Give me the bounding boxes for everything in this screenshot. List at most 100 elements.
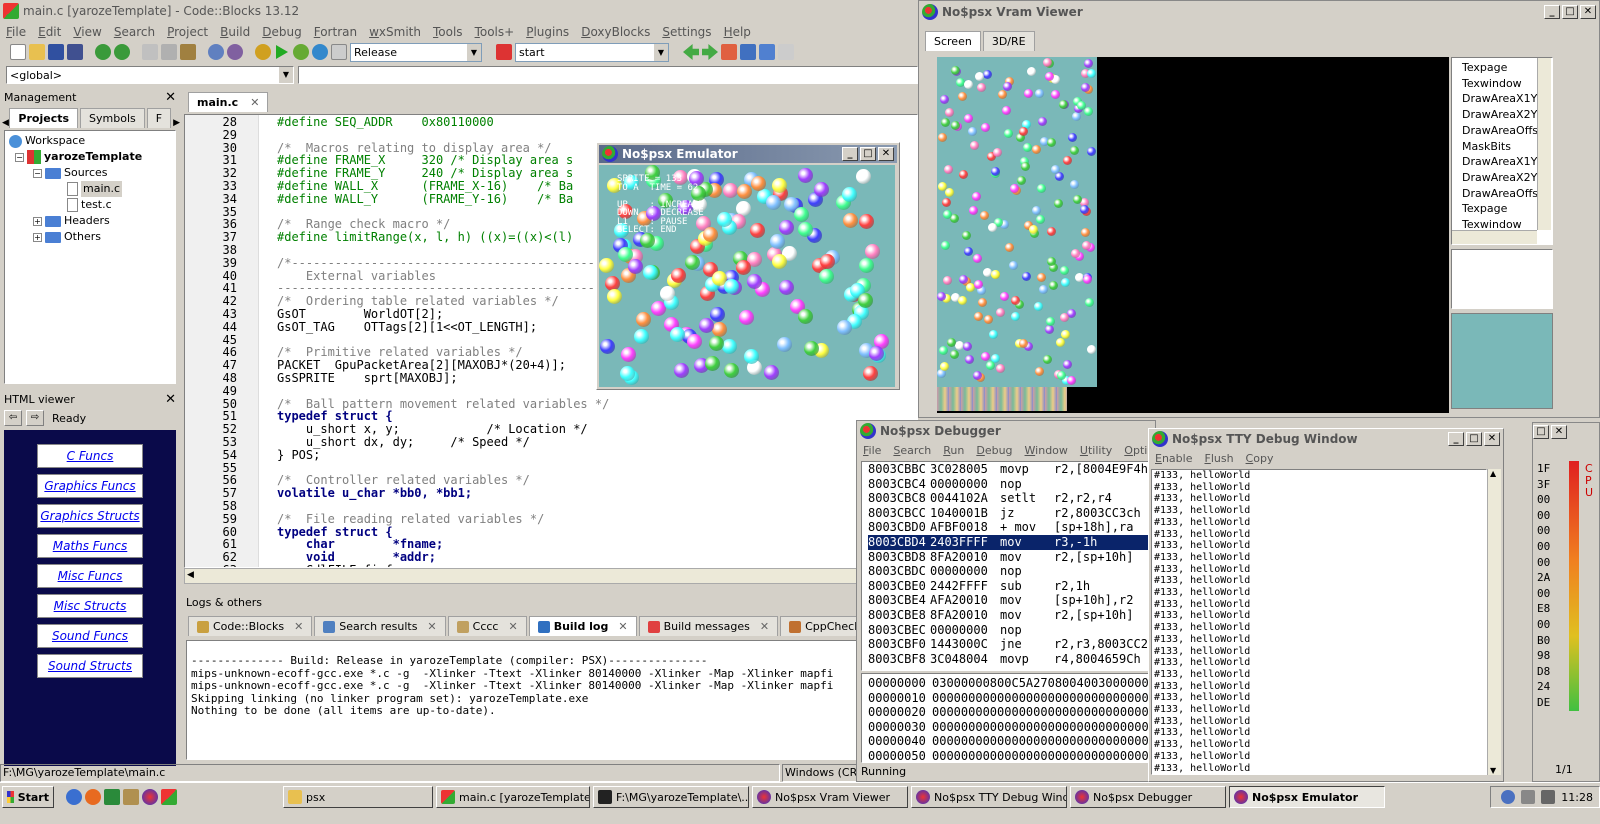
menu-item[interactable]: Debug (970, 444, 1018, 457)
tree-project[interactable]: − yarozeTemplate (9, 149, 171, 165)
tray-network-icon[interactable] (1521, 790, 1536, 804)
help-link[interactable]: C Funcs (37, 444, 143, 468)
dosbox-icon[interactable] (123, 789, 139, 805)
menu-item[interactable]: Flush (1198, 452, 1239, 465)
scope-select[interactable]: <global> ▼ (6, 66, 294, 84)
codeblocks-launcher-icon[interactable] (161, 789, 177, 805)
tab-symbols[interactable]: Symbols (80, 108, 145, 128)
help-link[interactable]: Misc Structs (37, 594, 143, 618)
run-icon[interactable] (276, 45, 288, 59)
close-button[interactable]: ✕ (1551, 425, 1567, 439)
disasm-row[interactable]: 8003CBE0 2442FFFF sub r2,1h (868, 579, 1156, 594)
maximize-button[interactable]: □ (1562, 5, 1578, 19)
menu-item[interactable]: Help (718, 25, 757, 39)
tree-file-test[interactable]: test.c (9, 197, 171, 213)
log-tab[interactable]: Build log ✕ (528, 616, 637, 636)
menu-item[interactable]: Window (1019, 444, 1074, 457)
tty-vscroll[interactable]: ▲ ▼ (1487, 469, 1501, 775)
redo-icon[interactable] (114, 44, 130, 60)
tab-screen[interactable]: Screen (925, 31, 981, 51)
menu-item[interactable]: Project (161, 25, 214, 39)
disasm-row[interactable]: 8003CBC4 00000000 nop (868, 477, 1156, 492)
tree-file-main[interactable]: main.c (9, 181, 171, 197)
close-button[interactable]: ✕ (1580, 5, 1596, 19)
menu-item[interactable]: Settings (656, 25, 717, 39)
taskbar-task[interactable]: No$psx Vram Viewer (752, 786, 908, 808)
tty-output[interactable]: #133, helloWorld #133, helloWorld #133, he… (1151, 469, 1487, 775)
menu-item[interactable]: Plugins (520, 25, 575, 39)
scroll-up-icon[interactable]: ▲ (1490, 469, 1496, 478)
copy-icon[interactable] (161, 44, 177, 60)
tree-workspace[interactable]: Workspace (9, 133, 171, 149)
menu-item[interactable]: Tools (427, 25, 469, 39)
abort-icon[interactable] (331, 44, 347, 60)
paste-icon[interactable] (180, 44, 196, 60)
chevron-down-icon[interactable]: ▼ (279, 67, 293, 83)
menu-item[interactable]: View (67, 25, 107, 39)
close-icon[interactable]: ✕ (618, 620, 627, 633)
build-run-icon[interactable] (293, 44, 309, 60)
taskbar-task[interactable]: No$psx Debugger (1070, 786, 1226, 808)
menu-item[interactable]: Build (214, 25, 256, 39)
collapse-icon[interactable]: − (33, 168, 42, 178)
tab-3d-re[interactable]: 3D/RE (982, 31, 1035, 51)
doxy-icon[interactable] (740, 44, 756, 60)
font-icon[interactable] (759, 44, 775, 60)
open-folder-icon[interactable] (29, 44, 45, 60)
close-button[interactable]: ✕ (878, 147, 894, 161)
back-icon[interactable]: ⇦ (4, 410, 22, 426)
disasm-row[interactable]: 8003CBD4 2403FFFF mov r3,-1h (868, 534, 1156, 550)
disasm-row[interactable]: 8003CBE8 8FA20010 mov r2,[sp+10h] (868, 608, 1156, 623)
disasm-row[interactable]: 8003CBF0 1443000C jne r2,r3,8003CC24h (868, 637, 1156, 652)
disasm-row[interactable]: 8003CBCC 1040001B jz r2,8003CC3ch (868, 506, 1156, 521)
menu-item[interactable]: Tools+ (469, 25, 521, 39)
close-icon[interactable]: ✕ (165, 392, 176, 407)
vram-list-hscroll[interactable] (1452, 230, 1537, 244)
nopsx-launcher-icon[interactable] (142, 789, 158, 805)
maximize-button[interactable]: □ (1533, 425, 1549, 439)
menu-item[interactable]: File (857, 444, 887, 457)
vram-list-vscroll[interactable] (1537, 58, 1551, 230)
expand-icon[interactable]: + (33, 232, 42, 242)
disasm-row[interactable]: 8003CBEC 00000000 nop (868, 623, 1156, 638)
undo-icon[interactable] (95, 44, 111, 60)
taskbar-task[interactable]: No$psx Emulator (1229, 786, 1385, 808)
vram-titlebar[interactable]: No$psx Vram Viewer _ □ ✕ (919, 1, 1599, 23)
scroll-right-icon[interactable]: ▶ (173, 118, 180, 128)
log-tab[interactable]: Code::Blocks ✕ (188, 616, 313, 636)
regex-icon[interactable] (778, 44, 794, 60)
run-target-select[interactable]: start ▼ (515, 42, 669, 62)
collapse-icon[interactable]: − (15, 152, 24, 162)
menu-item[interactable]: File (0, 25, 32, 39)
replace-icon[interactable] (227, 44, 243, 60)
vram-canvas[interactable] (937, 57, 1449, 413)
tab-files[interactable]: F (146, 108, 172, 128)
menu-item[interactable]: Edit (32, 25, 67, 39)
cut-icon[interactable] (142, 44, 158, 60)
help-link[interactable]: Sound Funcs (37, 624, 143, 648)
arrow-left-icon[interactable] (683, 44, 699, 60)
disassembly-view[interactable]: 8003CBBC 3C028005 movp r2,[8004E9F4h] 8003CB… (861, 461, 1157, 671)
maximize-button[interactable]: □ (860, 147, 876, 161)
stop-icon[interactable] (496, 44, 512, 60)
expand-icon[interactable]: + (33, 216, 42, 226)
hex-view[interactable]: 00000000 03000000800C5A2708004003000000 00… (861, 673, 1157, 763)
help-link[interactable]: Maths Funcs (37, 534, 143, 558)
terminal-icon[interactable] (104, 789, 120, 805)
tty-titlebar[interactable]: No$psx TTY Debug Window _ □ ✕ (1149, 429, 1503, 449)
forward-icon[interactable]: ⇨ (26, 410, 44, 426)
chevron-down-icon[interactable]: ▼ (467, 43, 481, 61)
log-tab[interactable]: Search results ✕ (314, 616, 446, 636)
codeblocks-titlebar[interactable]: main.c [yarozeTemplate] - Code::Blocks 1… (0, 0, 918, 22)
close-icon[interactable]: ✕ (508, 620, 517, 633)
close-icon[interactable]: ✕ (427, 620, 436, 633)
editor-tab-main[interactable]: main.c ✕ (188, 92, 269, 112)
tree-headers[interactable]: + Headers (9, 213, 171, 229)
tray-help-icon[interactable] (1501, 790, 1516, 804)
help-link[interactable]: Graphics Structs (37, 504, 143, 528)
disasm-row[interactable]: 8003CBDC 00000000 nop (868, 564, 1156, 579)
build-gear-icon[interactable] (255, 44, 271, 60)
highlight-icon[interactable] (721, 44, 737, 60)
taskbar-task[interactable]: No$psx TTY Debug Window (911, 786, 1067, 808)
scroll-left-icon[interactable]: ◀ (2, 118, 9, 128)
